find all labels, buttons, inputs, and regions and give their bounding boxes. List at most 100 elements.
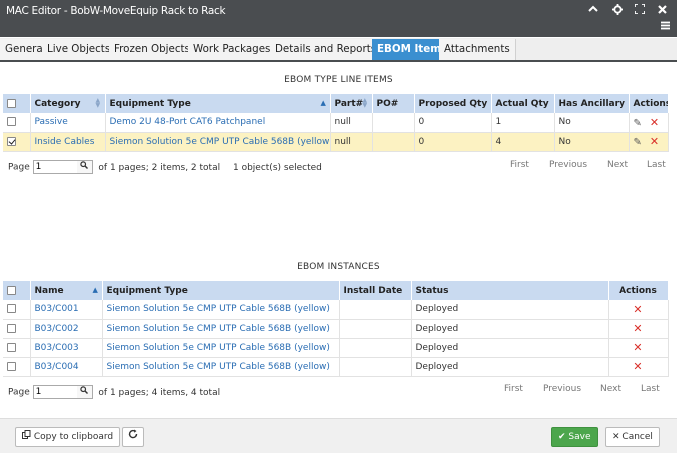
column-header-has-ancillary[interactable]: Has Ancillary [554,94,630,113]
sort-icon: ▲ ▼ [95,97,101,109]
column-label: Has Ancillary [558,98,625,109]
hamburger-icon[interactable] [658,20,672,34]
next-page-link[interactable]: Next [607,160,628,170]
column-header-name[interactable]: Name ▲ [30,281,103,300]
gear-icon[interactable] [610,4,624,18]
column-header-equipment-type[interactable]: Equipment Type ▲ [105,94,331,113]
actual-qty-cell: 4 [491,132,555,152]
row-checkbox[interactable] [7,136,16,146]
instances-table: Name ▲ Equipment Type Install Date Status… [3,281,669,377]
pencil-icon[interactable]: ✎ [634,137,642,148]
select-all-checkbox[interactable] [7,98,16,108]
instances-title: EBOM INSTANCES [297,262,380,272]
column-header-status[interactable]: Status [411,281,609,300]
previous-page-link[interactable]: Previous [549,160,587,170]
clipboard-icon [22,430,31,442]
table-row[interactable]: Inside Cables Siemon Solution 5e CMP UTP… [3,132,669,152]
row-checkbox[interactable] [7,361,16,371]
column-label: PO# [376,98,399,109]
last-page-link[interactable]: Last [641,384,660,394]
row-checkbox[interactable] [7,323,16,333]
pencil-icon[interactable]: ✎ [634,118,642,129]
next-page-link[interactable]: Next [600,384,621,394]
page-input[interactable] [32,385,78,399]
equipment-type-link[interactable]: Siemon Solution 5e CMP UTP Cable 568B (y… [107,343,330,353]
equipment-type-link[interactable]: Demo 2U 48-Port CAT6 Patchpanel [110,117,266,127]
window-titlebar: MAC Editor - BobW-MoveEquip Rack to Rack [0,0,677,37]
category-link[interactable]: Passive [35,117,68,127]
column-header-part[interactable]: Part# ▲ ▼ [330,94,373,113]
page-label: Page [8,162,30,173]
copy-to-clipboard-button[interactable]: Copy to clipboard [15,427,121,447]
category-link[interactable]: Inside Cables [35,137,95,147]
search-icon[interactable] [76,160,93,174]
status-cell: Deployed [411,338,609,358]
column-header-actual-qty[interactable]: Actual Qty [491,94,555,113]
table-row[interactable]: B03/C002 Siemon Solution 5e CMP UTP Cabl… [3,319,669,339]
x-icon[interactable]: ✕ [633,341,642,354]
install-date-cell [339,300,412,320]
equipment-type-link[interactable]: Siemon Solution 5e CMP UTP Cable 568B (y… [107,362,330,372]
table-row[interactable]: Passive Demo 2U 48-Port CAT6 Patchpanel … [3,113,669,133]
column-header-install-date[interactable]: Install Date [339,281,412,300]
table-row[interactable]: B03/C001 Siemon Solution 5e CMP UTP Cabl… [3,300,669,320]
name-link[interactable]: B03/C002 [35,324,79,334]
name-link[interactable]: B03/C004 [35,362,79,372]
actions-cell: ✕ [608,357,669,377]
search-icon[interactable] [76,385,93,399]
line-items-table: Category ▲ ▼ Equipment Type ▲ Part# ▲ ▼ PO# P… [3,94,669,152]
tab-frozen-objects[interactable]: Frozen Objects [109,39,196,60]
po-cell [372,113,415,133]
select-all-header[interactable] [3,281,31,300]
x-icon[interactable]: ✕ [633,322,642,335]
x-icon[interactable]: ✕ [633,303,642,316]
expand-icon[interactable] [633,3,647,18]
pager-summary: of 1 pages; 4 items, 4 total [98,387,221,398]
column-header-equipment-type[interactable]: Equipment Type [102,281,340,300]
column-header-po[interactable]: PO# [372,94,415,113]
x-icon[interactable]: ✕ [650,135,659,148]
select-all-header[interactable] [3,94,31,113]
row-checkbox[interactable] [7,304,16,314]
close-icon[interactable] [655,4,669,18]
last-page-link[interactable]: Last [647,160,666,170]
row-checkbox[interactable] [7,342,16,352]
table-header-row: Category ▲ ▼ Equipment Type ▲ Part# ▲ ▼ PO# P… [3,94,669,113]
select-all-checkbox[interactable] [7,285,16,295]
previous-page-link[interactable]: Previous [543,384,581,394]
install-date-cell [339,357,412,377]
table-header-row: Name ▲ Equipment Type Install Date Status… [3,281,669,300]
proposed-qty-cell: 0 [414,132,492,152]
equipment-type-link[interactable]: Siemon Solution 5e CMP UTP Cable 568B (y… [107,324,330,334]
tab-work-packages[interactable]: Work Packages [188,39,277,60]
page-input[interactable] [32,160,78,174]
row-checkbox[interactable] [7,117,16,127]
column-header-proposed-qty[interactable]: Proposed Qty [414,94,492,113]
x-icon[interactable]: ✕ [650,116,659,129]
save-button[interactable]: ✔ Save [551,427,598,447]
refresh-button[interactable] [122,427,144,447]
actions-cell: ✕ [608,300,669,320]
table-row[interactable]: B03/C004 Siemon Solution 5e CMP UTP Cabl… [3,357,669,377]
column-header-actions: Actions [629,94,669,113]
has-ancillary-cell: No [554,113,630,133]
first-page-link[interactable]: First [504,384,523,394]
cancel-button[interactable]: ✕ Cancel [605,427,660,447]
first-page-link[interactable]: First [510,160,529,170]
actual-qty-cell: 1 [491,113,555,133]
pager-summary: of 1 pages; 2 items, 2 total [98,162,221,173]
chevron-up-icon[interactable] [586,4,600,18]
column-label: Category [34,98,81,109]
tab-details-and-reports[interactable]: Details and Reports [270,39,383,60]
name-link[interactable]: B03/C003 [35,343,79,353]
x-icon[interactable]: ✕ [633,360,642,373]
name-link[interactable]: B03/C001 [35,304,79,314]
tab-live-objects[interactable]: Live Objects [42,39,117,60]
equipment-type-link[interactable]: Siemon Solution 5e CMP UTP Cable 568B (y… [110,137,330,147]
column-label: Status [415,285,449,296]
column-header-category[interactable]: Category ▲ ▼ [30,94,106,113]
install-date-cell [339,338,412,358]
tab-attachments[interactable]: Attachments [439,39,516,60]
table-row[interactable]: B03/C003 Siemon Solution 5e CMP UTP Cabl… [3,338,669,358]
equipment-type-link[interactable]: Siemon Solution 5e CMP UTP Cable 568B (y… [107,304,330,314]
